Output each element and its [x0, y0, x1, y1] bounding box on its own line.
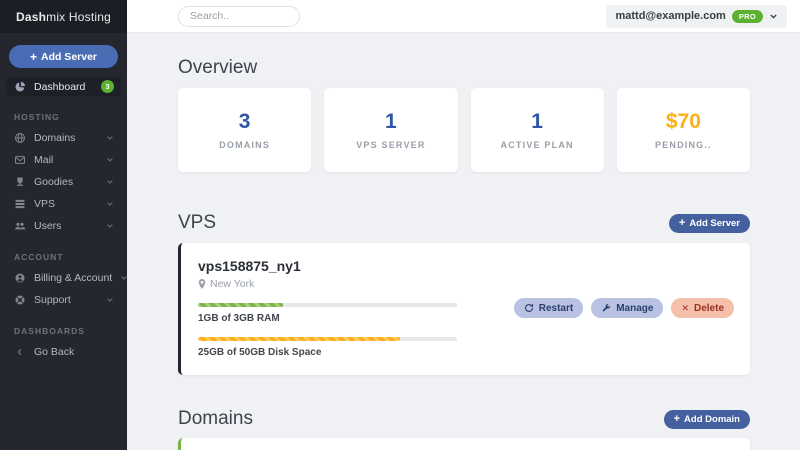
stat-card-pending: $70 PENDING.. — [617, 88, 750, 172]
add-server-button[interactable]: + Add Server — [9, 45, 118, 68]
domains-section-header: Domains + Add Domain — [178, 408, 750, 430]
nav-section-dashboards: DASHBOARDS — [14, 326, 127, 336]
stat-label: PENDING.. — [655, 140, 712, 150]
disk-progress-bar — [198, 337, 457, 341]
pie-chart-icon — [13, 80, 26, 93]
chevron-down-icon — [106, 156, 114, 164]
sidebar-item-go-back[interactable]: Go Back — [6, 342, 121, 362]
sidebar-item-dashboard[interactable]: Dashboard 3 — [6, 77, 121, 96]
vps-server-card: vps158875_ny1 New York 1GB of 3GB RAM 25… — [178, 243, 750, 375]
brand-rest: mix Hosting — [46, 10, 111, 24]
delete-button[interactable]: ✕ Delete — [671, 298, 734, 318]
user-email: mattd@example.com — [615, 10, 725, 22]
user-circle-icon — [13, 272, 26, 285]
ram-usage-label: 1GB of 3GB RAM — [198, 313, 457, 324]
stat-card-vps-server: 1 VPS SERVER — [324, 88, 457, 172]
user-menu[interactable]: mattd@example.com PRO — [606, 5, 787, 28]
vps-server-name: vps158875_ny1 — [198, 258, 457, 274]
stat-label: DOMAINS — [219, 140, 270, 150]
add-domain-button[interactable]: + Add Domain — [664, 410, 750, 429]
stat-value: $70 — [666, 110, 701, 133]
sidebar-item-goodies[interactable]: Goodies — [6, 172, 121, 192]
pro-badge: PRO — [732, 10, 763, 23]
vps-actions: Restart Manage ✕ Delete — [514, 258, 734, 358]
search-input[interactable] — [178, 6, 300, 27]
mail-icon — [13, 154, 26, 167]
restart-button[interactable]: Restart — [514, 298, 583, 318]
globe-icon — [13, 132, 26, 145]
vps-add-server-label: Add Server — [689, 218, 740, 229]
sidebar-item-label: VPS — [34, 198, 98, 210]
manage-label: Manage — [616, 303, 653, 314]
stat-card-active-plan: 1 ACTIVE PLAN — [471, 88, 604, 172]
stat-label: VPS SERVER — [356, 140, 425, 150]
ram-progress-bar — [198, 303, 457, 307]
sidebar-item-label: Domains — [34, 132, 98, 144]
wrench-icon — [601, 303, 611, 313]
add-domain-label: Add Domain — [684, 414, 740, 425]
nav-section-account: ACCOUNT — [14, 252, 127, 262]
sidebar-item-vps[interactable]: VPS — [6, 194, 121, 214]
sidebar-item-label: Dashboard — [34, 81, 93, 93]
sidebar-item-mail[interactable]: Mail — [6, 150, 121, 170]
chevron-left-icon — [13, 346, 26, 359]
x-icon: ✕ — [681, 304, 689, 313]
sidebar-item-label: Support — [34, 294, 98, 306]
sidebar-item-domains[interactable]: Domains — [6, 128, 121, 148]
plus-icon: + — [674, 414, 680, 425]
chevron-down-icon — [106, 200, 114, 208]
disk-usage-label: 25GB of 50GB Disk Space — [198, 347, 457, 358]
sidebar-item-label: Mail — [34, 154, 98, 166]
stat-label: ACTIVE PLAN — [501, 140, 574, 150]
sidebar-item-label: Billing & Account — [34, 272, 112, 284]
restart-label: Restart — [539, 303, 573, 314]
main-area: mattd@example.com PRO Overview 3 DOMAINS… — [127, 0, 800, 450]
chevron-down-icon — [106, 134, 114, 142]
chevron-down-icon — [106, 178, 114, 186]
plus-icon: + — [679, 218, 685, 229]
restart-icon — [524, 303, 534, 313]
sidebar-item-billing-account[interactable]: Billing & Account — [6, 268, 121, 288]
vps-section-header: VPS + Add Server — [178, 212, 750, 234]
plus-icon: + — [30, 51, 37, 63]
vps-title: VPS — [178, 212, 216, 234]
chevron-down-icon — [106, 222, 114, 230]
stats-row: 3 DOMAINS 1 VPS SERVER 1 ACTIVE PLAN $70… — [178, 88, 750, 172]
chevron-down-icon — [106, 296, 114, 304]
overview-title: Overview — [178, 57, 750, 79]
content: Overview 3 DOMAINS 1 VPS SERVER 1 ACTIVE… — [127, 33, 800, 450]
nav-section-hosting: HOSTING — [14, 112, 127, 122]
vps-server-location: New York — [198, 278, 457, 290]
top-bar: mattd@example.com PRO — [127, 0, 800, 33]
ram-progress-fill — [198, 303, 283, 307]
dashboard-count-badge: 3 — [101, 80, 114, 93]
stat-value: 3 — [239, 110, 251, 133]
domain-card-clipped — [178, 438, 750, 450]
disk-progress-fill — [198, 337, 400, 341]
stat-value: 1 — [385, 110, 397, 133]
chevron-down-icon — [769, 12, 778, 21]
stat-card-domains: 3 DOMAINS — [178, 88, 311, 172]
sidebar-item-users[interactable]: Users — [6, 216, 121, 236]
vps-server-details: vps158875_ny1 New York 1GB of 3GB RAM 25… — [198, 258, 457, 358]
delete-label: Delete — [694, 303, 724, 314]
sidebar: Dashmix Hosting + Add Server Dashboard 3… — [0, 0, 127, 450]
map-pin-icon — [198, 279, 206, 289]
brand-bold: Dash — [16, 10, 46, 24]
stat-value: 1 — [531, 110, 543, 133]
trophy-icon — [13, 176, 26, 189]
server-icon — [13, 198, 26, 211]
manage-button[interactable]: Manage — [591, 298, 663, 318]
sidebar-item-label: Users — [34, 220, 98, 232]
domains-title: Domains — [178, 408, 253, 430]
users-icon — [13, 220, 26, 233]
sidebar-item-label: Goodies — [34, 176, 98, 188]
sidebar-item-label: Go Back — [34, 346, 114, 358]
add-server-label: Add Server — [41, 51, 97, 63]
brand-logo: Dashmix Hosting — [0, 0, 127, 33]
vps-add-server-button[interactable]: + Add Server — [669, 214, 750, 233]
life-ring-icon — [13, 294, 26, 307]
sidebar-item-support[interactable]: Support — [6, 290, 121, 310]
location-label: New York — [210, 278, 254, 290]
